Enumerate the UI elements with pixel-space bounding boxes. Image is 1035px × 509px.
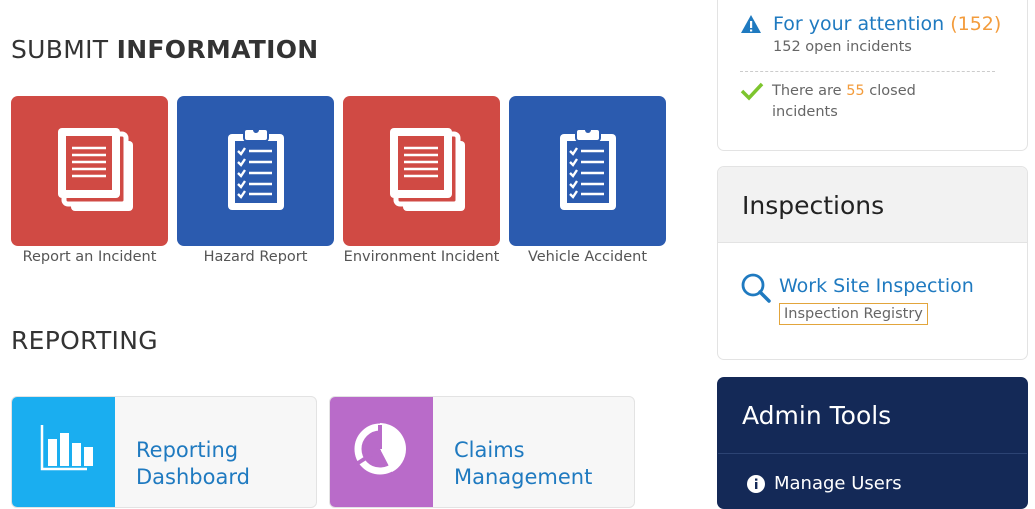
documents-icon	[390, 128, 465, 211]
work-site-inspection-link[interactable]: Work Site Inspection	[779, 275, 974, 297]
claims-management-card[interactable]: Claims Management	[329, 396, 635, 508]
claims-management-label[interactable]: Claims Management	[454, 437, 592, 491]
reporting-dashboard-label[interactable]: Reporting Dashboard	[136, 437, 250, 491]
inspections-header: Inspections	[718, 167, 1027, 243]
attention-link[interactable]: For your attention (152)	[773, 13, 1001, 35]
environment-incident-tile[interactable]	[343, 96, 500, 246]
submit-section-title: SUBMIT INFORMATION	[11, 35, 319, 64]
warning-icon	[741, 15, 761, 33]
report-incident-tile[interactable]	[11, 96, 168, 246]
closed-incidents-text: There are 55 closed incidents	[772, 83, 916, 120]
divider	[718, 453, 1027, 454]
info-icon	[747, 474, 765, 493]
inspections-panel: Inspections Work Site Inspection Inspect…	[717, 166, 1028, 360]
clipboard-checklist-icon	[560, 127, 616, 210]
open-incidents-text: 152 open incidents	[773, 39, 912, 55]
checkmark-icon	[740, 82, 764, 101]
vehicle-accident-tile[interactable]	[509, 96, 666, 246]
search-icon	[741, 273, 771, 303]
hazard-report-tile[interactable]	[177, 96, 334, 246]
divider	[740, 71, 995, 72]
bar-chart-icon	[12, 397, 115, 507]
inspections-title: Inspections	[742, 191, 885, 220]
report-incident-label[interactable]: Report an Incident	[11, 249, 168, 265]
documents-icon	[58, 128, 133, 211]
manage-users-link[interactable]: Manage Users	[746, 473, 902, 494]
admin-tools-title: Admin Tools	[742, 401, 892, 430]
admin-tools-panel: Admin Tools Manage Users	[717, 377, 1028, 509]
environment-incident-label[interactable]: Environment Incident	[343, 249, 500, 265]
clipboard-checklist-icon	[228, 127, 284, 210]
hazard-report-label[interactable]: Hazard Report	[177, 249, 334, 265]
reporting-section-title: REPORTING	[11, 326, 158, 355]
manage-users-label: Manage Users	[774, 473, 902, 494]
pie-chart-icon	[330, 397, 433, 507]
attention-panel: For your attention (152) 152 open incide…	[717, 0, 1028, 151]
reporting-dashboard-card[interactable]: Reporting Dashboard	[11, 396, 317, 508]
inspection-registry-link[interactable]: Inspection Registry	[779, 303, 928, 325]
vehicle-accident-label[interactable]: Vehicle Accident	[509, 249, 666, 265]
